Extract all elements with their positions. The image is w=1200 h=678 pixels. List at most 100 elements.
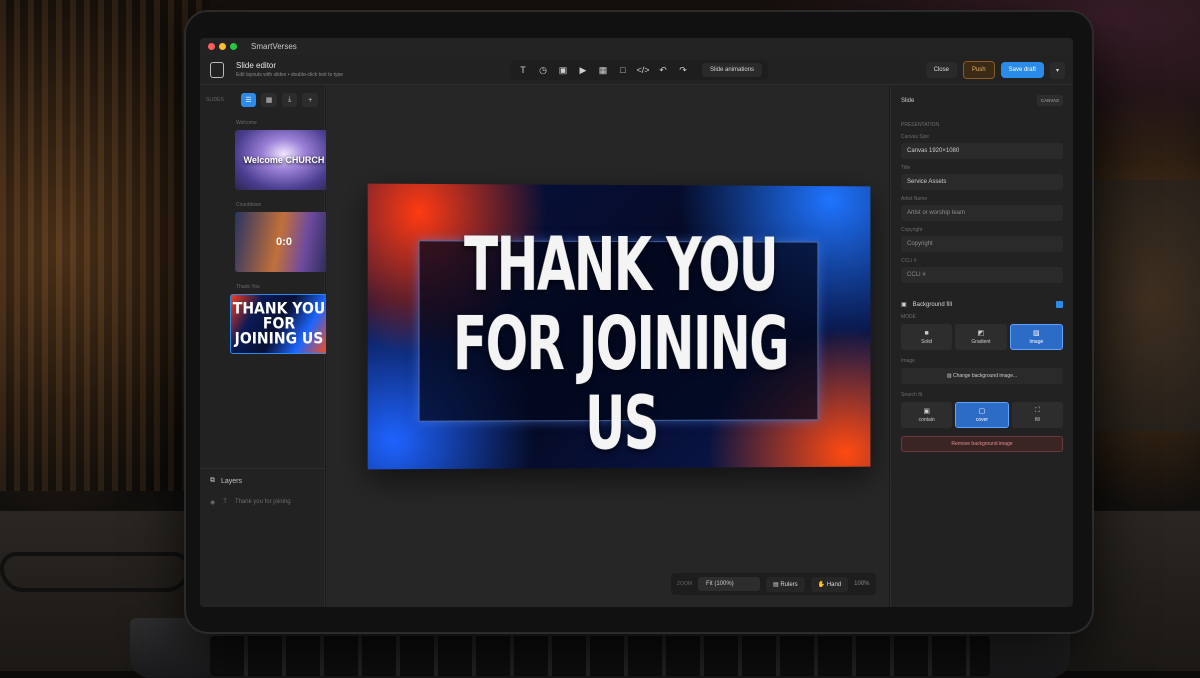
layer-label: Thank you for joining — [235, 499, 291, 505]
field-label: Artist Name — [901, 196, 1063, 202]
zoom-select[interactable]: Fit (100%) — [698, 577, 760, 591]
mode-gradient-button[interactable]: ◩ Gradient — [955, 324, 1006, 350]
field-label: CCLI # — [901, 258, 1063, 264]
rulers-button[interactable]: ▤ Rulers — [766, 577, 805, 592]
hand-label: Hand — [827, 582, 841, 588]
field-label: Canvas Size — [901, 134, 1063, 140]
fill-icon: ⛶ — [1035, 407, 1040, 415]
minimize-window-button[interactable] — [219, 43, 226, 50]
layer-item[interactable]: ◉ T Thank you for joining — [204, 493, 320, 511]
slide-headline[interactable]: THANK YOU FOR JOINING US — [419, 224, 821, 463]
slides-panel: SLIDES ☰ ▦ ⤓ + Welcome Welcome CHURCH Co… — [200, 85, 325, 607]
window-titlebar: SmartVerses — [200, 38, 1073, 55]
more-options-button[interactable]: ▾ — [1050, 62, 1065, 79]
mode-gradient-label: Gradient — [971, 339, 990, 345]
shape-tool-icon[interactable]: □ — [616, 63, 630, 77]
rulers-label: Rulers — [780, 582, 797, 588]
artist-input[interactable]: Artist or worship team — [901, 205, 1063, 221]
thumbnail-text: THANK YOU FOR JOINING US — [231, 302, 327, 347]
mode-solid-label: Solid — [921, 339, 932, 345]
hand-button[interactable]: ✋ Hand — [811, 577, 848, 592]
mode-image-label: Image — [1029, 339, 1043, 345]
wall-slats-left — [0, 0, 210, 491]
slide-thumbnail[interactable]: 0:0 — [235, 212, 333, 272]
fit-cover-label: cover — [976, 417, 988, 423]
grid-view-icon[interactable]: ▦ — [261, 93, 277, 107]
text-tool-icon[interactable]: T — [516, 63, 530, 77]
save-draft-button[interactable]: Save draft — [1001, 62, 1044, 78]
thumbnail-text: 0:0 — [276, 236, 292, 248]
video-tool-icon[interactable]: ▶ — [576, 63, 590, 77]
layers-title: Layers — [221, 478, 242, 485]
zoom-label: ZOOM — [677, 581, 692, 587]
laptop-screen: SmartVerses Slide editor Edit layouts wi… — [200, 38, 1073, 607]
mode-image-button[interactable]: ▨Image — [1010, 324, 1063, 350]
slide-preview[interactable]: THANK YOU FOR JOINING US — [368, 184, 871, 470]
change-background-label: Change background image... — [953, 373, 1017, 379]
background-fill-row[interactable]: ▣ Background fill — [901, 301, 1063, 308]
editor-subtitle: Edit layouts with slides • double-click … — [236, 72, 343, 78]
editor-heading: Slide editor Edit layouts with slides • … — [236, 61, 343, 78]
slides-panel-header: SLIDES ☰ ▦ ⤓ + — [200, 85, 324, 115]
background-fill-label: Background fill — [913, 302, 952, 308]
slide-thumbnail[interactable]: Welcome CHURCH — [235, 130, 333, 190]
slide-thumbnail-selected[interactable]: THANK YOU FOR JOINING US — [230, 294, 328, 354]
push-button[interactable]: Push — [963, 61, 995, 79]
canvas-size-select[interactable]: Canvas 1920×1080 — [901, 143, 1063, 159]
change-background-button[interactable]: ▨ Change background image... — [901, 368, 1063, 384]
maximize-window-button[interactable] — [230, 43, 237, 50]
gradient-icon: ◩ — [978, 329, 985, 337]
contain-icon: ▣ — [923, 407, 930, 415]
undo-icon[interactable]: ↶ — [656, 63, 670, 77]
section-label: Countdown — [236, 202, 324, 208]
section-label: Welcome — [236, 120, 324, 126]
fit-label: Search fit — [901, 392, 1063, 398]
code-tool-icon[interactable]: </> — [636, 63, 650, 77]
eyeglasses — [0, 552, 190, 592]
zoom-percent: 100% — [854, 581, 869, 587]
slide-animations-button[interactable]: Slide animations — [702, 63, 762, 77]
editor-toolbar: Slide editor Edit layouts with slides • … — [200, 55, 1073, 85]
remove-background-button[interactable]: Remove background image — [901, 436, 1063, 452]
image-label: Image — [901, 358, 1063, 364]
ccli-input[interactable]: CCLI # — [901, 267, 1063, 283]
canvas-area[interactable]: THANK YOU FOR JOINING US ZOOM Fit (100%)… — [326, 85, 889, 607]
field-label: Title — [901, 165, 1063, 171]
text-layer-icon: T — [223, 499, 227, 505]
fit-cover-button[interactable]: ▢cover — [955, 402, 1008, 428]
fit-selector: ▣ contain ▢cover ⛶ fill — [901, 402, 1063, 428]
editor-title: Slide editor — [236, 61, 343, 70]
fit-contain-button[interactable]: ▣ contain — [901, 402, 952, 428]
toolbar-actions: Close Push Save draft ▾ — [926, 61, 1065, 79]
thumbnail-text: Welcome CHURCH — [244, 155, 325, 165]
hand-icon: ✋ — [818, 582, 827, 588]
close-window-button[interactable] — [208, 43, 215, 50]
timer-tool-icon[interactable]: ◷ — [536, 63, 550, 77]
grid-tool-icon[interactable]: ▦ — [596, 63, 610, 77]
title-input[interactable]: Service Assets — [901, 174, 1063, 190]
copyright-input[interactable]: Copyright — [901, 236, 1063, 252]
add-slide-icon[interactable]: + — [302, 93, 318, 107]
inspector-header: Slide CANVAS — [901, 95, 1063, 106]
slides-label: SLIDES — [206, 97, 224, 103]
fit-fill-label: fill — [1035, 417, 1040, 423]
background-fill-checkbox[interactable] — [1056, 301, 1063, 308]
section-label: Thank You — [236, 284, 324, 290]
mode-selector: ■Solid ◩ Gradient ▨Image — [901, 324, 1063, 350]
zoom-bar: ZOOM Fit (100%) ▤ Rulers ✋ Hand 100% — [671, 573, 876, 595]
tool-group: T ◷ ▣ ▶ ▦ □ </> ↶ ↷ Slide animations — [510, 60, 768, 80]
list-view-icon[interactable]: ☰ — [241, 93, 257, 107]
canvas-chip[interactable]: CANVAS — [1037, 95, 1063, 106]
redo-icon[interactable]: ↷ — [676, 63, 690, 77]
download-icon[interactable]: ⤓ — [282, 93, 298, 107]
fit-fill-button[interactable]: ⛶ fill — [1012, 402, 1063, 428]
image-tool-icon[interactable]: ▣ — [556, 63, 570, 77]
layers-icon: ⧉ — [210, 477, 215, 485]
eye-icon[interactable]: ◉ — [210, 499, 215, 506]
fit-contain-label: contain — [919, 417, 935, 423]
mode-solid-button[interactable]: ■Solid — [901, 324, 952, 350]
layers-header[interactable]: ⧉ Layers — [200, 468, 324, 493]
inspector-title: Slide — [901, 98, 914, 104]
section-label: PRESENTATION — [901, 122, 1063, 128]
close-button[interactable]: Close — [926, 62, 957, 78]
